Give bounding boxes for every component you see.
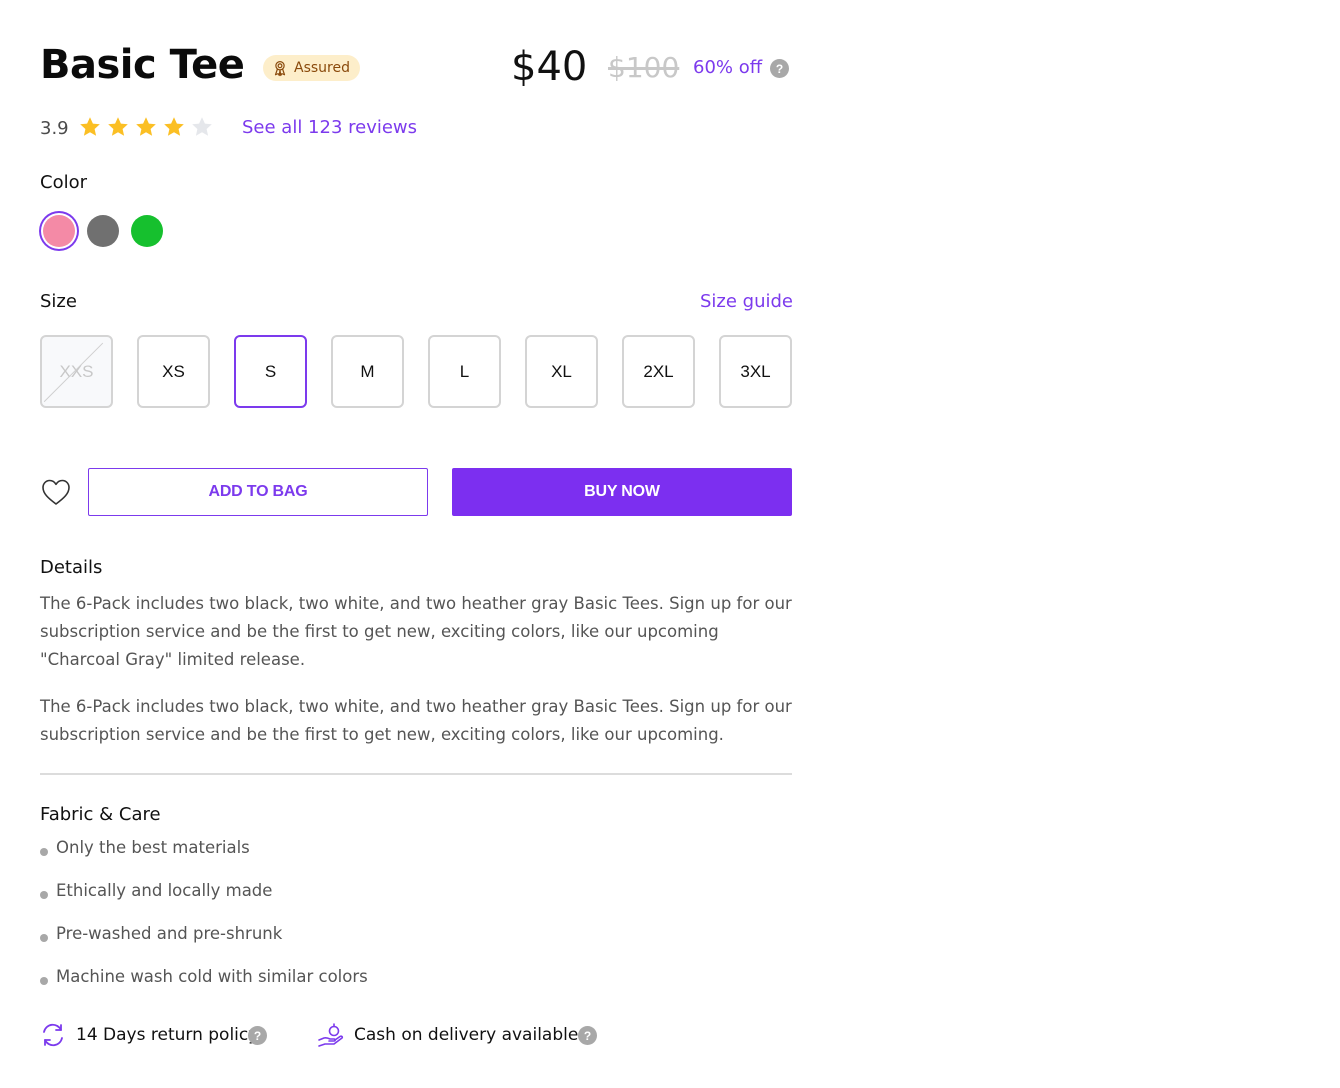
cod-label: Cash on delivery available — [354, 1025, 579, 1045]
cod-help-icon[interactable]: ? — [578, 1026, 597, 1045]
heart-icon — [42, 479, 70, 505]
fabric-item-label: Machine wash cold with similar colors — [56, 967, 368, 986]
star-empty-icon — [192, 117, 212, 136]
color-swatch-green[interactable] — [131, 215, 163, 247]
color-swatch-gray[interactable] — [87, 215, 119, 247]
discount-label: 60% off — [693, 57, 763, 78]
star-filled-icon — [108, 117, 128, 136]
details-heading: Details — [40, 557, 103, 578]
buy-now-button[interactable]: BUY NOW — [452, 468, 792, 516]
size-options: XXS XS S M L XL 2XL 3XL — [40, 335, 792, 408]
fabric-item-label: Ethically and locally made — [56, 881, 273, 900]
fabric-item-label: Only the best materials — [56, 838, 250, 857]
size-option-2xl[interactable]: 2XL — [622, 335, 695, 408]
size-option-xxs: XXS — [40, 335, 113, 408]
assured-badge: Assured — [263, 55, 360, 81]
size-option-s[interactable]: S — [234, 335, 307, 408]
color-label: Color — [40, 172, 87, 193]
rating-value: 3.9 — [40, 118, 69, 139]
rating-stars — [78, 115, 214, 139]
section-divider — [40, 773, 792, 775]
list-item: Machine wash cold with similar colors — [40, 967, 368, 1010]
bullet-dot — [40, 848, 48, 856]
bullet-dot — [40, 977, 48, 985]
fabric-care-list: Only the best materials Ethically and lo… — [40, 838, 368, 1010]
list-item: Only the best materials — [40, 838, 368, 881]
star-filled-icon — [136, 117, 156, 136]
return-policy-badge: 14 Days return policy — [40, 1022, 258, 1048]
price-help-icon[interactable]: ? — [770, 59, 789, 78]
list-item: Pre-washed and pre-shrunk — [40, 924, 368, 967]
award-ribbon-icon — [274, 61, 286, 77]
return-arrows-icon — [43, 1023, 63, 1047]
wishlist-button[interactable] — [40, 477, 72, 507]
list-item: Ethically and locally made — [40, 881, 368, 924]
size-option-m[interactable]: M — [331, 335, 404, 408]
star-filled-icon — [80, 117, 100, 136]
size-option-xs[interactable]: XS — [137, 335, 210, 408]
fabric-item-label: Pre-washed and pre-shrunk — [56, 924, 283, 943]
original-price: $100 — [608, 51, 680, 84]
return-policy-label: 14 Days return policy — [76, 1025, 259, 1045]
fabric-care-heading: Fabric & Care — [40, 804, 161, 825]
add-to-bag-button[interactable]: ADD TO BAG — [88, 468, 428, 516]
see-all-reviews-link[interactable]: See all 123 reviews — [242, 117, 417, 138]
bullet-dot — [40, 891, 48, 899]
star-filled-icon — [164, 117, 184, 136]
return-policy-help-icon[interactable]: ? — [248, 1026, 267, 1045]
assured-label: Assured — [294, 60, 350, 76]
bullet-dot — [40, 934, 48, 942]
size-guide-link[interactable]: Size guide — [700, 291, 793, 312]
cod-badge: Cash on delivery available — [318, 1022, 578, 1048]
size-label: Size — [40, 291, 77, 312]
details-paragraph-1: The 6-Pack includes two black, two white… — [40, 594, 792, 669]
size-option-l[interactable]: L — [428, 335, 501, 408]
cash-hand-icon — [318, 1023, 344, 1047]
size-option-xl[interactable]: XL — [525, 335, 598, 408]
current-price: $40 — [511, 44, 588, 90]
color-swatch-pink[interactable] — [43, 215, 75, 247]
details-paragraph-2: The 6-Pack includes two black, two white… — [40, 697, 792, 744]
size-option-3xl[interactable]: 3XL — [719, 335, 792, 408]
product-title: Basic Tee — [40, 42, 245, 88]
